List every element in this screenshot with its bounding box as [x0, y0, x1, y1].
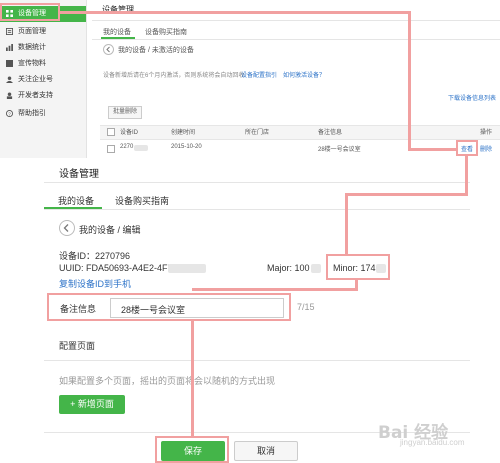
- row-checkbox[interactable]: [107, 145, 115, 153]
- account-icon: [6, 76, 13, 83]
- connector-line: [345, 193, 468, 196]
- stats-icon: [6, 44, 13, 51]
- batch-delete-button[interactable]: 批量删除: [108, 106, 142, 119]
- sidebar-item-statistics[interactable]: 数据统计: [0, 40, 86, 56]
- sidebar-item-materials[interactable]: 宣传物料: [0, 56, 86, 72]
- col-created: 创建时间: [171, 130, 196, 136]
- sidebar: 设备管理 页面管理 数据统计 宣传物料 关注企业号 开发者支持 ? 帮助指引: [0, 0, 87, 158]
- device-id-text: 设备ID：2270796: [59, 251, 131, 261]
- select-all-checkbox[interactable]: [107, 128, 115, 136]
- highlight-device-management: [0, 3, 60, 21]
- col-note: 备注信息: [318, 130, 343, 136]
- blurred-major: [311, 264, 321, 273]
- watermark-url: jingyan.baidu.com: [400, 438, 465, 447]
- sidebar-item-label: 帮助指引: [18, 110, 46, 117]
- row-created: 2015-10-20: [171, 144, 202, 150]
- connector-line: [408, 11, 411, 151]
- tab-my-devices[interactable]: 我的设备: [103, 27, 131, 37]
- blurred-id: [134, 145, 148, 151]
- sidebar-item-label: 数据统计: [18, 44, 46, 51]
- chevron-left-icon: [63, 224, 69, 232]
- config-guide-link[interactable]: 设备配置指引: [241, 70, 277, 79]
- divider: [92, 39, 500, 40]
- sidebar-item-developer[interactable]: 开发者支持: [0, 88, 86, 104]
- breadcrumb: 我的设备 / 未激活的设备: [118, 47, 194, 54]
- delete-link[interactable]: 删除: [480, 144, 492, 153]
- tab-my-devices[interactable]: 我的设备: [58, 194, 94, 207]
- sidebar-item-label: 页面管理: [18, 28, 46, 35]
- connector-line: [465, 155, 468, 195]
- highlight-view-link: [456, 140, 478, 156]
- uuid-text: UUID: FDA50693-A4E2-4FB1: [59, 263, 179, 273]
- config-hint: 如果配置多个页面，摇出的页面将会以随机的方式出现: [59, 376, 276, 386]
- connector-line: [192, 288, 358, 291]
- divider: [44, 360, 470, 361]
- notice-text: 设备新增后请在6个月内激活，否则系统将会自动回收: [103, 73, 245, 79]
- sidebar-item-label: 关注企业号: [18, 76, 53, 83]
- config-page-title: 配置页面: [59, 341, 96, 351]
- copy-device-id-link[interactable]: 复制设备ID到手机: [59, 277, 131, 290]
- tab-purchase-guide[interactable]: 设备购买指南: [115, 194, 169, 207]
- svg-text:?: ?: [8, 111, 11, 116]
- sidebar-item-page-management[interactable]: 页面管理: [0, 24, 86, 40]
- divider: [44, 209, 470, 210]
- row-note: 28楼一号会议室: [318, 147, 361, 153]
- connector-line: [408, 148, 456, 151]
- dev-icon: [6, 92, 13, 99]
- page-title: 设备管理: [59, 169, 99, 180]
- blurred-uuid: [168, 264, 206, 273]
- note-char-count: 7/15: [297, 302, 315, 312]
- add-page-button[interactable]: + 新增页面: [59, 395, 125, 414]
- sidebar-item-label: 宣传物料: [18, 60, 46, 67]
- divider: [92, 20, 500, 21]
- material-icon: [6, 60, 13, 67]
- connector-line: [345, 193, 348, 255]
- help-icon: ?: [6, 110, 13, 117]
- activate-guide-link[interactable]: 如何激活设备？: [283, 70, 325, 79]
- back-button[interactable]: [103, 44, 114, 55]
- sidebar-item-follow[interactable]: 关注企业号: [0, 72, 86, 88]
- highlight-save: [155, 436, 229, 463]
- connector-line: [58, 11, 411, 14]
- row-device-id: 2270: [120, 144, 134, 150]
- top-screenshot: 设备管理 页面管理 数据统计 宣传物料 关注企业号 开发者支持 ? 帮助指引 设…: [0, 0, 500, 158]
- col-actions: 操作: [480, 130, 493, 136]
- divider: [44, 182, 470, 183]
- download-device-list-link[interactable]: 下载设备信息列表: [448, 93, 496, 102]
- chevron-left-icon: [106, 46, 110, 53]
- table-header: [100, 125, 500, 140]
- page-icon: [6, 28, 13, 35]
- back-button[interactable]: [59, 220, 75, 236]
- highlight-minor: [326, 254, 390, 280]
- connector-line: [191, 320, 194, 437]
- sidebar-item-label: 开发者支持: [18, 92, 53, 99]
- col-store: 所在门店: [245, 130, 270, 136]
- tab-purchase-guide[interactable]: 设备购买指南: [145, 27, 187, 37]
- breadcrumb: 我的设备 / 编辑: [79, 225, 141, 235]
- highlight-note: [47, 293, 291, 321]
- cancel-button[interactable]: 取消: [234, 441, 298, 461]
- col-device-id: 设备ID: [120, 130, 139, 136]
- major-text: Major: 100: [267, 263, 310, 273]
- sidebar-item-help[interactable]: ? 帮助指引: [0, 106, 86, 122]
